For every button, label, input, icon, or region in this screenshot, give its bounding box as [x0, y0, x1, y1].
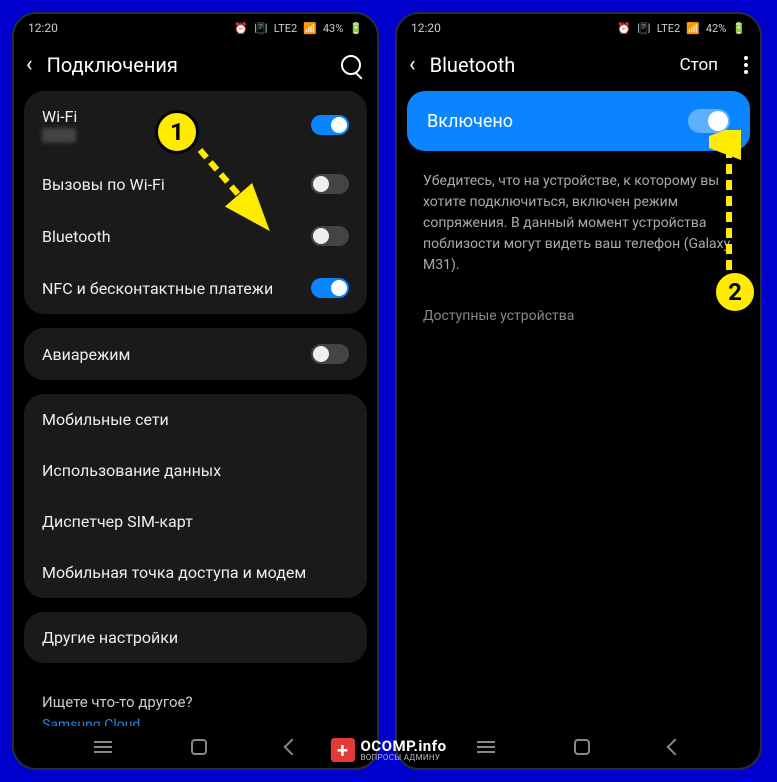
battery-icon: 🔋	[732, 22, 746, 35]
wifi-sub: ████	[42, 128, 77, 142]
navbar	[397, 726, 760, 768]
watermark-sub: ВОПРОСЫ АДМИНУ	[360, 754, 446, 762]
watermark-main: OCOMP.info	[360, 739, 446, 754]
bt-description: Убедитесь, что на устройстве, к которому…	[407, 167, 750, 300]
nav-home-icon[interactable]	[191, 739, 207, 755]
group-network: Мобильные сети Использование данных Дисп…	[24, 394, 367, 598]
nav-home-icon[interactable]	[574, 739, 590, 755]
row-data[interactable]: Использование данных	[24, 445, 367, 496]
annotation-badge-2: 2	[713, 270, 757, 314]
row-other[interactable]: Другие настройки	[24, 612, 367, 663]
status-bar: 12:20 ⏰ 📳 LTE2 📶 43% 🔋	[14, 14, 377, 42]
status-indicators: ⏰ 📳 LTE2 📶 42% 🔋	[615, 22, 746, 35]
network-icon: LTE2	[274, 22, 297, 35]
group-other: Другие настройки	[24, 612, 367, 663]
nav-recent-icon[interactable]	[94, 746, 112, 748]
header: ‹ Подключения	[14, 42, 377, 91]
back-icon[interactable]: ‹	[26, 52, 33, 77]
annotation-arrow-2	[709, 130, 749, 280]
bt-section-available: Доступные устройства	[407, 300, 750, 332]
alarm-icon: ⏰	[617, 22, 631, 35]
header: ‹ Bluetooth Стоп	[397, 42, 760, 91]
bt-enabled-label: Включено	[427, 111, 513, 132]
airplane-toggle[interactable]	[311, 344, 349, 364]
battery-text: 43%	[323, 22, 343, 35]
airplane-label: Авиарежим	[42, 345, 130, 364]
group-airplane: Авиарежим	[24, 328, 367, 380]
watermark-icon: +	[330, 738, 354, 762]
nfc-label: NFC и бесконтактные платежи	[42, 279, 273, 298]
status-indicators: ⏰ 📳 LTE2 📶 43% 🔋	[232, 22, 363, 35]
page-title: Bluetooth	[430, 53, 666, 77]
row-hotspot[interactable]: Мобильная точка доступа и модем	[24, 547, 367, 598]
bt-enabled-row[interactable]: Включено	[407, 91, 750, 151]
wifi-toggle[interactable]	[311, 115, 349, 135]
nav-back-icon[interactable]	[283, 739, 300, 756]
annotation-badge-1: 1	[155, 110, 199, 154]
wifi-label: Wi-Fi	[42, 107, 77, 126]
network-icon: LTE2	[657, 22, 680, 35]
alarm-icon: ⏰	[234, 22, 248, 35]
navbar	[14, 726, 377, 768]
nfc-toggle[interactable]	[311, 278, 349, 298]
nav-recent-icon[interactable]	[477, 746, 495, 748]
bt-content: Включено Убедитесь, что на устройстве, к…	[397, 91, 760, 726]
search-icon[interactable]	[341, 55, 361, 75]
stop-button[interactable]: Стоп	[680, 55, 718, 75]
signal-icon: 📶	[303, 22, 317, 35]
mobile-label: Мобильные сети	[42, 410, 169, 429]
phone-right: 12:20 ⏰ 📳 LTE2 📶 42% 🔋 ‹ Bluetooth Стоп …	[395, 12, 762, 770]
row-mobile[interactable]: Мобильные сети	[24, 394, 367, 445]
other-label: Другие настройки	[42, 628, 178, 647]
page-title: Подключения	[47, 53, 327, 77]
more-icon[interactable]	[744, 56, 748, 74]
vibrate-icon: 📳	[254, 22, 268, 35]
bluetooth-label: Bluetooth	[42, 227, 111, 246]
status-time: 12:20	[28, 21, 58, 35]
signal-icon: 📶	[686, 22, 700, 35]
annotation-arrow-1	[190, 140, 280, 240]
watermark: + OCOMP.info ВОПРОСЫ АДМИНУ	[330, 738, 446, 762]
wifi-call-toggle[interactable]	[311, 174, 349, 194]
data-label: Использование данных	[42, 461, 221, 480]
footer-link[interactable]: Samsung Cloud	[24, 715, 367, 726]
battery-icon: 🔋	[349, 22, 363, 35]
wifi-call-label: Вызовы по Wi-Fi	[42, 175, 165, 194]
status-time: 12:20	[411, 21, 441, 35]
nav-back-icon[interactable]	[666, 739, 683, 756]
status-bar: 12:20 ⏰ 📳 LTE2 📶 42% 🔋	[397, 14, 760, 42]
back-icon[interactable]: ‹	[409, 52, 416, 77]
vibrate-icon: 📳	[637, 22, 651, 35]
hotspot-label: Мобильная точка доступа и модем	[42, 563, 306, 582]
footer-question: Ищете что-то другое?	[24, 677, 367, 715]
row-airplane[interactable]: Авиарежим	[24, 328, 367, 380]
sim-label: Диспетчер SIM-карт	[42, 512, 193, 531]
row-sim[interactable]: Диспетчер SIM-карт	[24, 496, 367, 547]
battery-text: 42%	[706, 22, 726, 35]
row-nfc[interactable]: NFC и бесконтактные платежи	[24, 262, 367, 314]
bluetooth-toggle[interactable]	[311, 226, 349, 246]
